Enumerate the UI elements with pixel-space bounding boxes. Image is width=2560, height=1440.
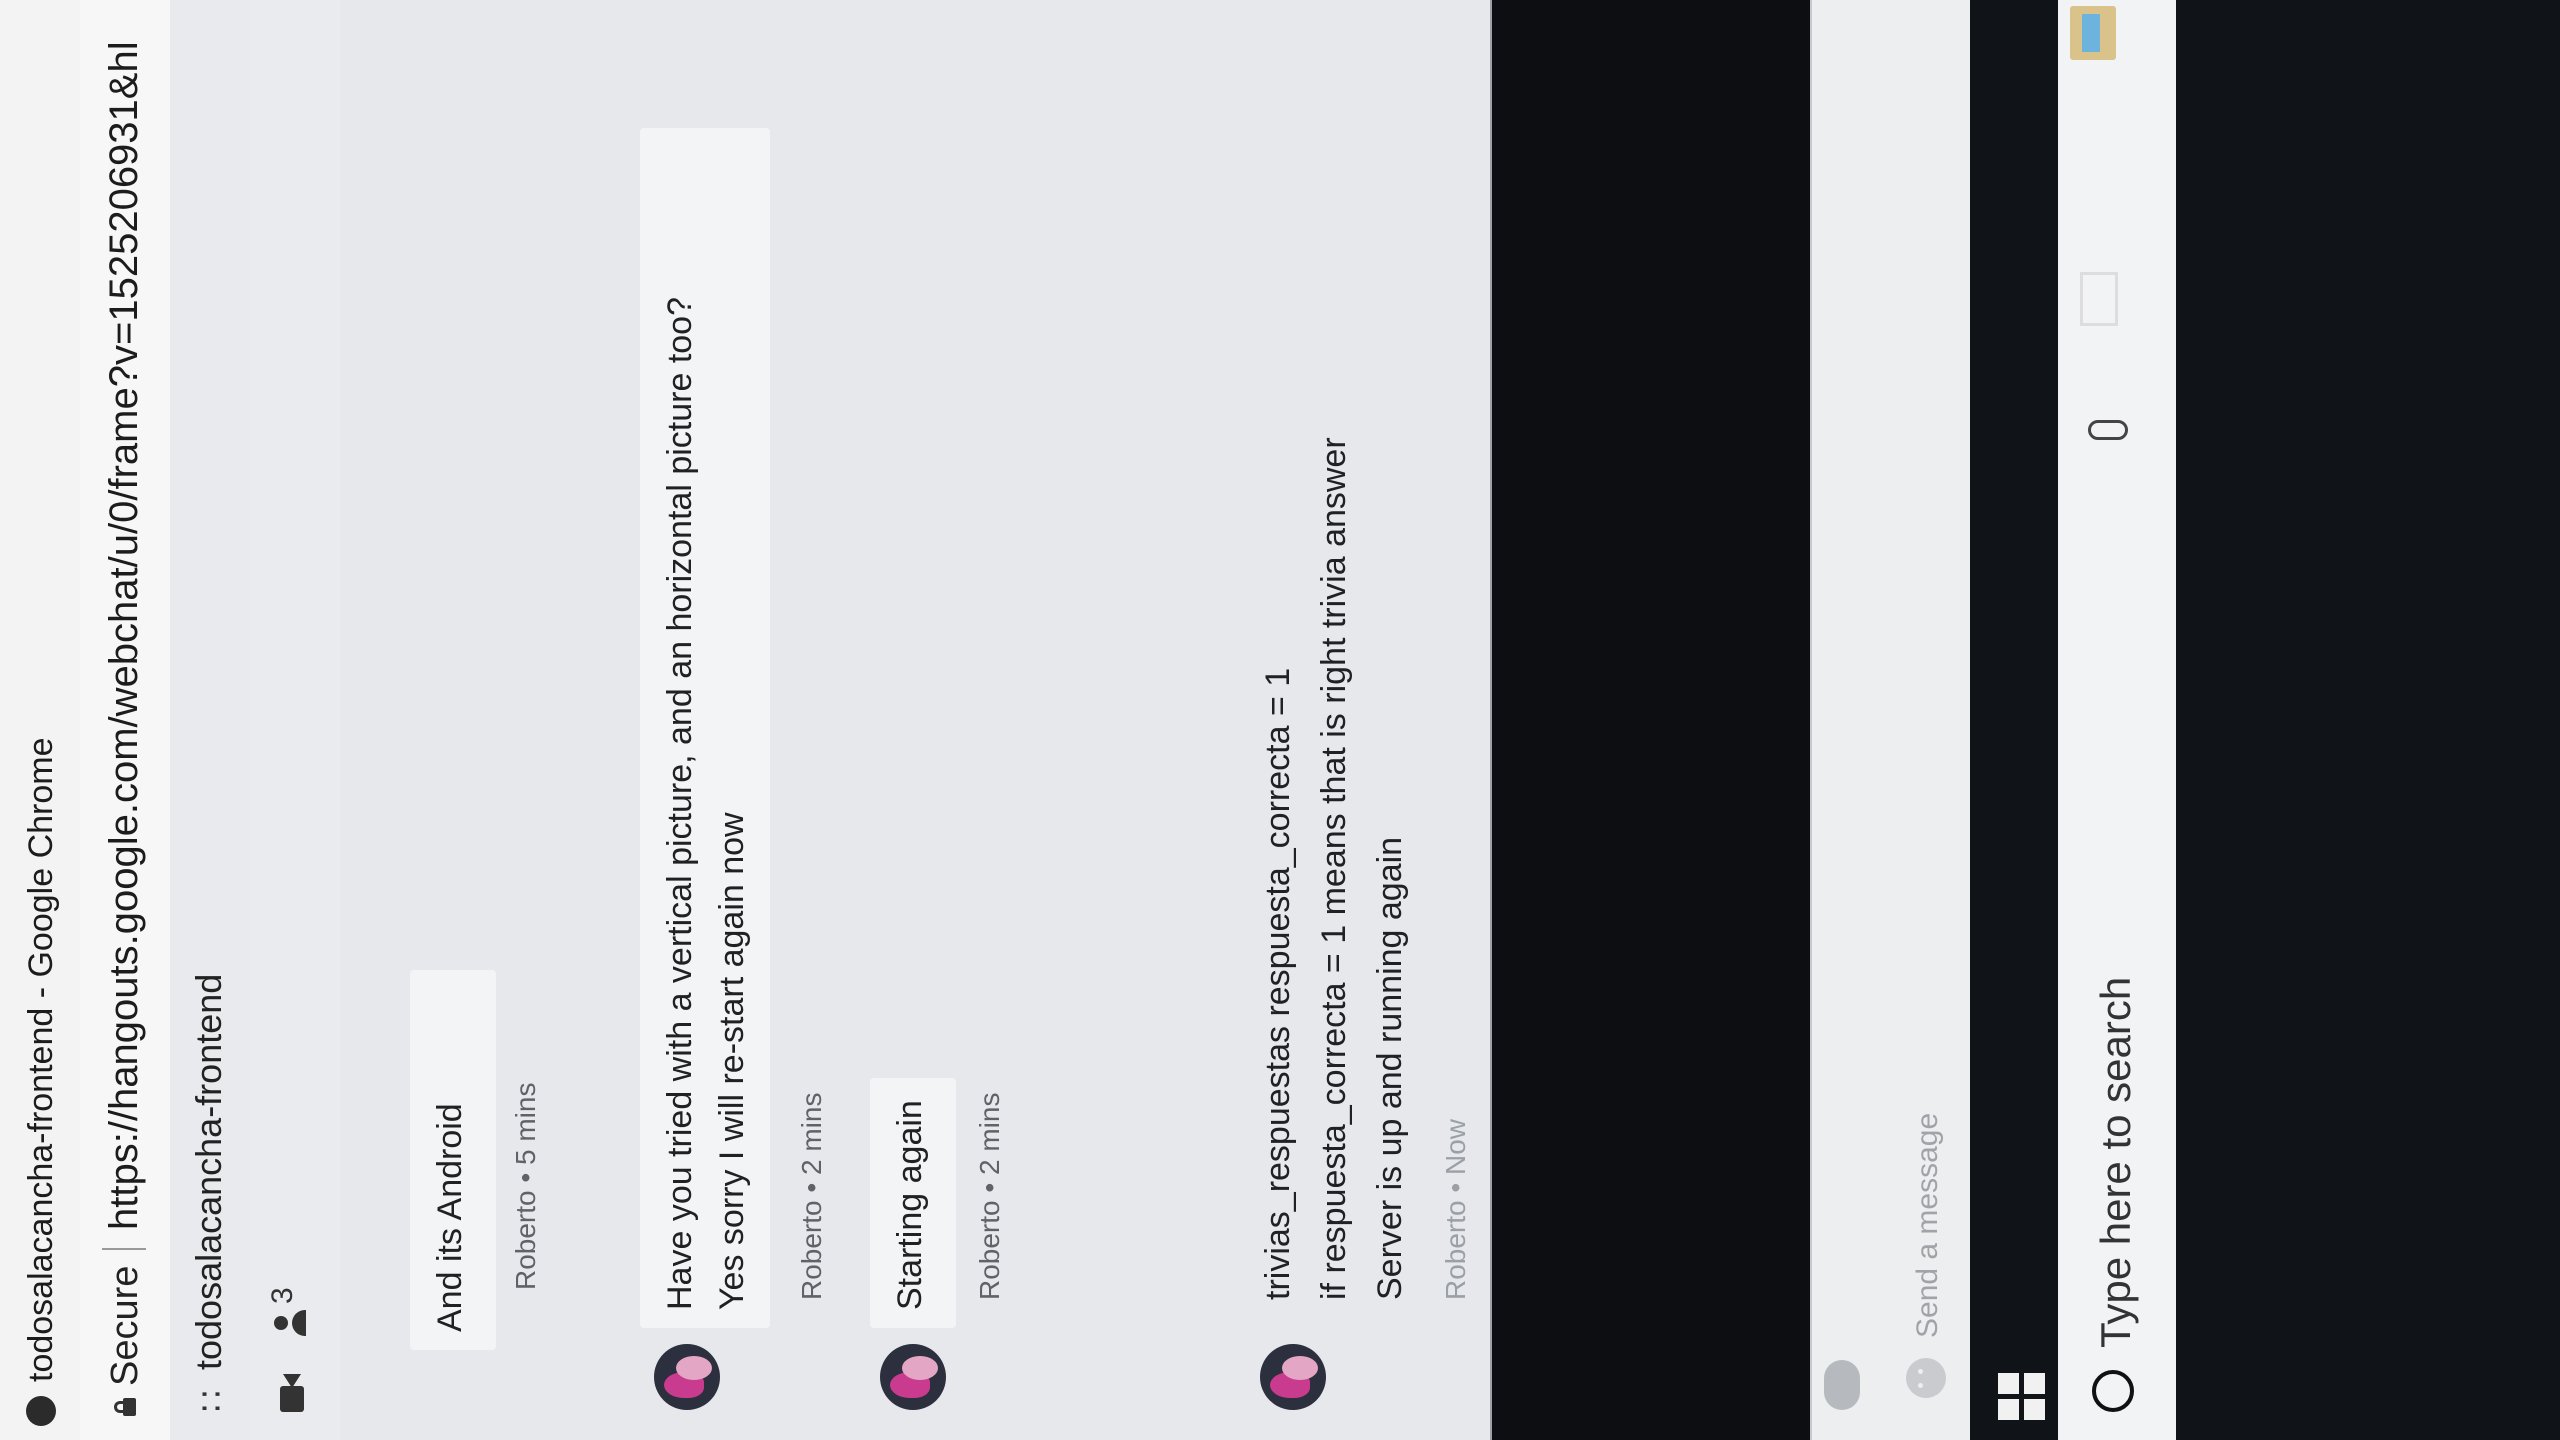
message-list: And its Android Roberto • 5 mins Have yo… bbox=[340, 0, 1490, 1440]
window-title: todosalacancha-frontend - Google Chrome bbox=[22, 737, 60, 1383]
message-body: trivias_respuestas respuesta_correcta = … bbox=[1250, 437, 1418, 1300]
address-bar[interactable]: Secure https://hangouts.google.com/webch… bbox=[80, 0, 172, 1440]
group-icon: ∷ bbox=[193, 1390, 231, 1412]
message-bubble: Starting again bbox=[870, 1078, 956, 1328]
cortana-ring-icon bbox=[2092, 1370, 2134, 1412]
message-text: Yes sorry I will re-start again now bbox=[713, 812, 751, 1310]
avatar[interactable] bbox=[1260, 1344, 1326, 1410]
participant-count: 3 bbox=[266, 1287, 299, 1304]
task-view-icon[interactable] bbox=[2080, 272, 2118, 326]
emoji-icon[interactable] bbox=[1906, 1358, 1946, 1398]
message-text: And its Android bbox=[431, 1103, 469, 1332]
taskbar-search-box[interactable]: Type here to search bbox=[2058, 0, 2176, 1440]
chat-header: ∷ todosalacancha-frontend bbox=[170, 0, 251, 1440]
message-bubble: Have you tried with a vertical picture, … bbox=[640, 128, 770, 1328]
message-text: Starting again bbox=[891, 1100, 929, 1310]
file-explorer-icon[interactable] bbox=[2070, 6, 2116, 60]
taskbar-search-placeholder: Type here to search bbox=[2092, 976, 2139, 1348]
message-meta: Roberto • 5 mins bbox=[510, 1082, 541, 1290]
windows-start-icon[interactable] bbox=[1998, 1372, 2046, 1420]
avatar[interactable] bbox=[880, 1344, 946, 1410]
message-text: Have you tried with a vertical picture, … bbox=[661, 297, 699, 1310]
compose-bar bbox=[1810, 0, 1972, 1440]
message-meta: Roberto • Now bbox=[1440, 1119, 1471, 1300]
message-text: if respuesta_correcta = 1 means that is … bbox=[1315, 437, 1353, 1300]
microphone-icon[interactable] bbox=[2088, 420, 2128, 440]
message-text: Server is up and running again bbox=[1371, 836, 1409, 1300]
secure-label[interactable]: Secure bbox=[104, 1266, 147, 1386]
avatar[interactable] bbox=[654, 1344, 720, 1410]
message-meta: Roberto • 2 mins bbox=[974, 1092, 1005, 1300]
message-bubble: And its Android bbox=[410, 970, 496, 1350]
sticker-icon[interactable] bbox=[1824, 1360, 1860, 1410]
message-meta: Roberto • 2 mins bbox=[796, 1092, 827, 1300]
chat-toolbar: 3 bbox=[250, 0, 340, 1440]
windows-taskbar: Type here to search bbox=[1970, 0, 2560, 1440]
message-text: trivias_respuestas respuesta_correcta = … bbox=[1259, 667, 1297, 1300]
chrome-icon bbox=[26, 1396, 56, 1426]
chat-title: todosalacancha-frontend bbox=[188, 973, 229, 1370]
url-text[interactable]: https://hangouts.google.com/webchat/u/0/… bbox=[102, 41, 147, 1230]
rotated-screen: todosalacancha-frontend - Google Chrome … bbox=[0, 0, 2560, 1440]
person-icon[interactable] bbox=[274, 1310, 314, 1336]
lock-icon bbox=[114, 1398, 136, 1416]
address-divider bbox=[102, 1248, 146, 1250]
message-input[interactable] bbox=[1908, 976, 1948, 1340]
panel-divider bbox=[1490, 0, 1492, 1440]
browser-titlebar: todosalacancha-frontend - Google Chrome bbox=[0, 0, 82, 1440]
